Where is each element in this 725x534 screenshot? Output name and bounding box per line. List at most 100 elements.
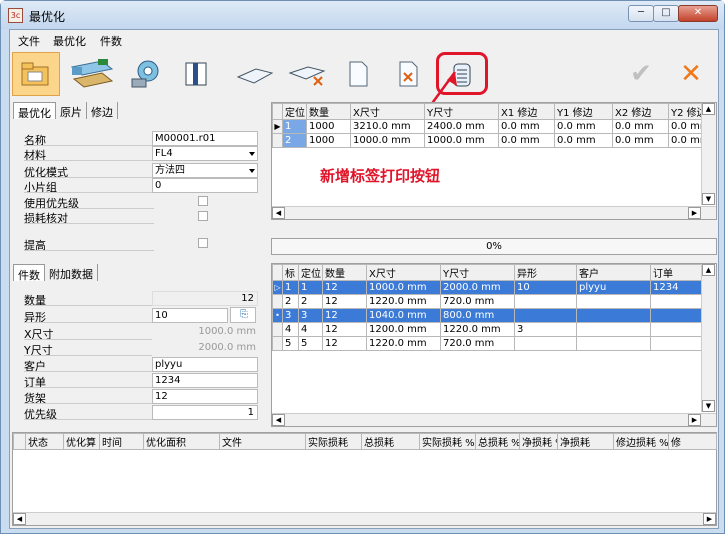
shape-edit-icon[interactable]: ⎘ (230, 307, 256, 323)
new-document-button[interactable] (340, 52, 376, 96)
col-y-size[interactable]: Y尺寸 (440, 264, 515, 281)
scroll-up-icon[interactable]: ▲ (702, 264, 715, 276)
col-actual-loss-pct[interactable]: 实际损耗 % (419, 433, 476, 450)
table-cell[interactable]: 0.0 mm (554, 119, 613, 134)
col-algorithm[interactable]: 优化算 (63, 433, 100, 450)
table-cell[interactable]: 0.0 mm (668, 119, 703, 134)
table-cell[interactable] (650, 322, 703, 337)
col-customer[interactable]: 客户 (576, 264, 651, 281)
table-cell[interactable] (576, 336, 651, 351)
table-cell[interactable]: 1 (282, 119, 307, 134)
scroll-right-icon[interactable]: ▶ (703, 513, 716, 525)
table-row[interactable]: 2 1000 1000.0 mm 1000.0 mm 0.0 mm 0.0 mm 0.0 m… (272, 133, 703, 148)
table-cell[interactable]: 12 (322, 308, 367, 323)
col-mark[interactable]: 标 (282, 264, 299, 281)
table-cell[interactable]: 2 (282, 133, 307, 148)
table-cell[interactable]: 1040.0 mm (366, 308, 441, 323)
col-trim-loss-pct[interactable]: 修边损耗 % (613, 433, 669, 450)
table-cell[interactable] (576, 294, 651, 309)
table-cell[interactable] (514, 294, 577, 309)
col-position[interactable]: 定位 (282, 103, 307, 120)
table-cell[interactable]: 1220.0 mm (440, 322, 515, 337)
col-y1-trim[interactable]: Y1 修边 (554, 103, 613, 120)
table-cell[interactable] (650, 294, 703, 309)
col-time[interactable]: 时间 (99, 433, 144, 450)
stock-vscroll[interactable]: ▲ ▼ (701, 103, 716, 205)
mode-select[interactable]: 方法四 (152, 163, 258, 178)
table-cell[interactable]: 3 (514, 322, 577, 337)
col-x2-trim[interactable]: X2 修边 (612, 103, 669, 120)
col-shape[interactable]: 异形 (514, 264, 577, 281)
menu-optimize[interactable]: 最优化 (53, 33, 86, 49)
table-cell[interactable] (576, 322, 651, 337)
table-cell[interactable]: 2400.0 mm (424, 119, 499, 134)
cancel-button[interactable]: ✕ (672, 52, 710, 96)
scroll-left-icon[interactable]: ◀ (13, 513, 26, 525)
table-cell[interactable]: 10 (514, 280, 577, 295)
scroll-up-icon[interactable]: ▲ (702, 103, 715, 115)
tab-stock[interactable]: 原片 (56, 102, 87, 120)
material-button[interactable] (66, 52, 118, 96)
table-cell[interactable]: 1 (282, 280, 299, 295)
col-trim[interactable]: 修 (668, 433, 717, 450)
table-row[interactable]: • 3 3 12 1040.0 mm 800.0 mm (272, 308, 703, 323)
delete-document-button[interactable] (390, 52, 426, 96)
col-qty[interactable]: 数量 (306, 103, 351, 120)
priority-field[interactable]: 1 (152, 405, 258, 420)
tab-trim[interactable]: 修边 (87, 102, 118, 120)
table-cell[interactable]: 0.0 mm (554, 133, 613, 148)
col-order[interactable]: 订单 (650, 264, 703, 281)
table-cell[interactable]: 0.0 mm (668, 133, 703, 148)
x-size-field[interactable]: 1000.0 mm (152, 325, 258, 340)
col-total-loss[interactable]: 总损耗 (361, 433, 420, 450)
table-cell[interactable] (514, 336, 577, 351)
table-cell[interactable]: 2000.0 mm (440, 280, 515, 295)
table-cell[interactable]: 4 (282, 322, 299, 337)
col-qty[interactable]: 数量 (322, 264, 367, 281)
table-row[interactable]: ▶ 1 1000 3210.0 mm 2400.0 mm 0.0 mm 0.0 mm 0.0 … (272, 119, 703, 134)
table-cell[interactable]: 12 (322, 280, 367, 295)
table-cell[interactable]: 0.0 mm (498, 133, 555, 148)
sheet-button[interactable] (232, 52, 276, 96)
col-y2-trim[interactable]: Y2 修边 (668, 103, 703, 120)
col-area[interactable]: 优化面积 (143, 433, 220, 450)
shape-field[interactable]: 10 (152, 308, 228, 323)
col-net-loss[interactable]: 净损耗 (557, 433, 614, 450)
table-cell[interactable]: 720.0 mm (440, 294, 515, 309)
minimize-button[interactable]: ─ (628, 5, 654, 22)
col-x1-trim[interactable]: X1 修边 (498, 103, 555, 120)
table-cell[interactable]: 3 (282, 308, 299, 323)
cutting-button[interactable] (122, 52, 168, 96)
table-cell[interactable]: 1000.0 mm (366, 280, 441, 295)
table-row[interactable]: ▷ 1 1 12 1000.0 mm 2000.0 mm 10 plyyu 1234 (272, 280, 703, 295)
table-cell[interactable]: plyyu (576, 280, 651, 295)
tab-parts[interactable]: 件数 (13, 264, 45, 282)
scroll-down-icon[interactable]: ▼ (702, 400, 715, 412)
scroll-left-icon[interactable]: ◀ (272, 414, 285, 426)
table-cell[interactable]: 1200.0 mm (366, 322, 441, 337)
ok-check-button[interactable]: ✔ (622, 52, 660, 96)
rack-field[interactable]: 12 (152, 389, 258, 404)
stock-hscroll[interactable]: ◀ ▶ (272, 206, 716, 219)
table-cell[interactable] (650, 308, 703, 323)
table-cell[interactable]: 3 (298, 308, 323, 323)
table-cell[interactable]: 2 (298, 294, 323, 309)
table-cell[interactable]: 0.0 mm (612, 133, 669, 148)
table-cell[interactable]: 3210.0 mm (350, 119, 425, 134)
col-total-loss-pct[interactable]: 总损耗 % (475, 433, 520, 450)
col-position[interactable]: 定位 (298, 264, 323, 281)
table-cell[interactable]: 2 (282, 294, 299, 309)
table-row[interactable]: 2 2 12 1220.0 mm 720.0 mm (272, 294, 703, 309)
table-cell[interactable]: 1220.0 mm (366, 336, 441, 351)
table-cell[interactable]: 1000.0 mm (424, 133, 499, 148)
table-cell[interactable]: 12 (322, 294, 367, 309)
table-cell[interactable] (514, 308, 577, 323)
table-cell[interactable]: 1 (298, 280, 323, 295)
parts-vscroll[interactable]: ▲ ▼ (701, 264, 716, 412)
table-cell[interactable]: 1000 (306, 133, 351, 148)
tab-optimize[interactable]: 最优化 (13, 102, 56, 120)
table-cell[interactable]: 1234 (650, 280, 703, 295)
loss-check-checkbox[interactable] (198, 211, 208, 221)
col-file[interactable]: 文件 (219, 433, 306, 450)
table-cell[interactable]: 1000 (306, 119, 351, 134)
